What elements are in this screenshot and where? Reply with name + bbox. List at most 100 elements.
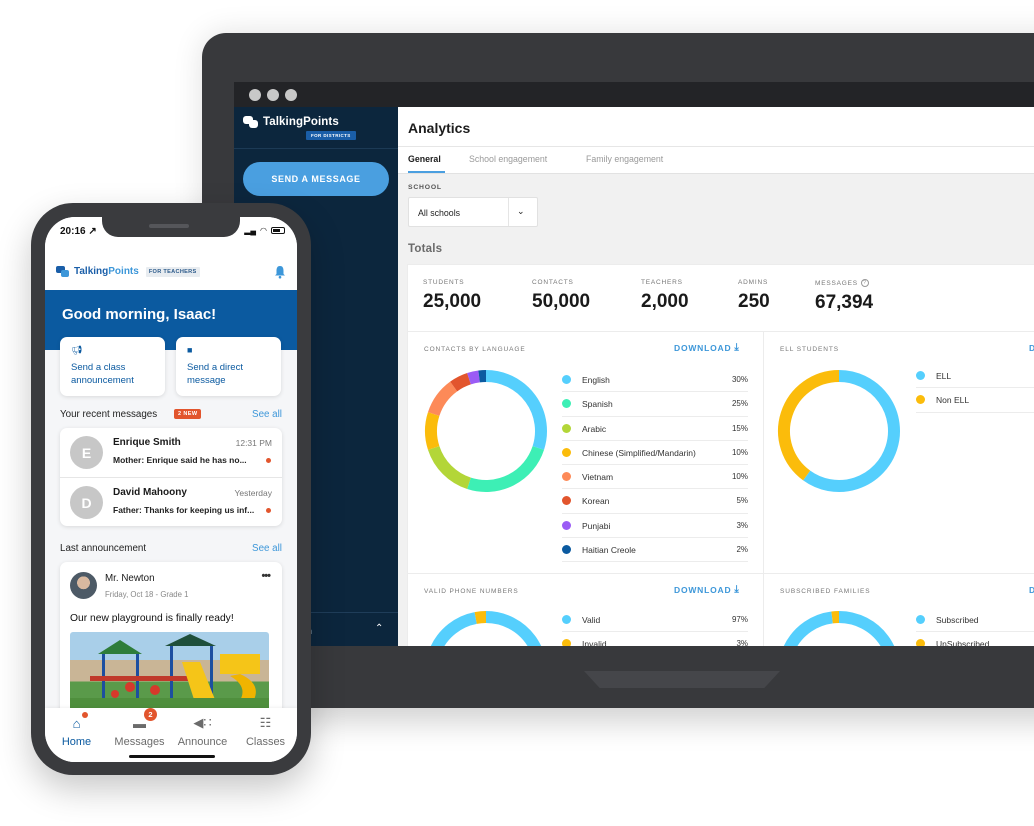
- panel-title: ELL STUDENTS: [780, 346, 839, 353]
- legend-label: Korean: [582, 496, 610, 507]
- tab-family-engagement[interactable]: Family engagement: [586, 154, 663, 164]
- last-announcement-header: Last announcement See all: [60, 543, 282, 557]
- contacts-by-language-legend: English 30% Spanish 25% Arabic 15% Chinese (Si…: [562, 368, 748, 563]
- more-options-icon[interactable]: •••: [261, 570, 271, 582]
- legend-color-dot: [916, 395, 925, 405]
- legend-color-dot: [562, 472, 571, 482]
- download-button[interactable]: DOWNLOAD⤓: [674, 584, 740, 596]
- donut-slice-korean[interactable]: [450, 372, 472, 392]
- new-messages-badge: 2 NEW: [174, 409, 202, 419]
- wifi-icon: ◠: [260, 226, 267, 235]
- download-button[interactable]: DOWNLOAD⤓: [1029, 585, 1034, 595]
- totals-card: STUDENTS 25,000 CONTACTS 50,000 TEACHERS…: [407, 264, 1034, 332]
- window-zoom-dot[interactable]: [285, 89, 297, 101]
- send-class-announcement-button[interactable]: 📢︎ Send a class announcement: [60, 337, 165, 396]
- download-button[interactable]: DOWNLOAD⤓: [674, 342, 740, 354]
- author-avatar: [70, 572, 97, 599]
- laptop-screen: TalkingPoints FOR DISTRICTS SEND A MESSA…: [234, 82, 1034, 646]
- contacts-by-language-donut: [425, 370, 547, 492]
- see-all-announcements-link[interactable]: See all: [252, 543, 282, 554]
- download-button[interactable]: DOWNLOAD⤓: [1029, 343, 1034, 353]
- legend-item: ELL: [916, 364, 1034, 389]
- bell-icon[interactable]: [274, 265, 286, 279]
- donut-slice-vietnam[interactable]: [427, 381, 458, 417]
- avatar: E: [70, 436, 103, 469]
- download-label: DOWNLOAD: [674, 585, 732, 595]
- ell-students-panel: ELL STUDENTS DOWNLOAD⤓ ELL Non ELL: [763, 331, 1034, 574]
- school-filter-label: SCHOOL: [408, 184, 442, 191]
- panel-title: SUBSCRIBED FAMILIES: [780, 588, 871, 595]
- announcement-text: Our new playground is finally ready!: [70, 613, 234, 624]
- download-icon: ⤓: [734, 584, 740, 595]
- bottom-tab-bar: ⌂ Home ▬ 2 Messages ◀∷ Announce ☷ Classes: [45, 708, 297, 762]
- legend-label: ELL: [936, 371, 952, 381]
- donut-slice-punjabi[interactable]: [467, 370, 480, 385]
- brand-logo: TalkingPoints FOR TEACHERS: [56, 266, 200, 277]
- donut-slice-invalid[interactable]: [474, 611, 487, 624]
- donut-slice-chinese-simplified-mandarin-[interactable]: [425, 412, 440, 450]
- legend-label: Punjabi: [582, 520, 611, 531]
- avatar: D: [70, 486, 103, 519]
- playground-illustration: [70, 634, 269, 712]
- tab-announce[interactable]: ◀∷ Announce: [171, 714, 234, 748]
- legend-label: Vietnam: [582, 472, 614, 483]
- legend-label: Subscribed: [936, 615, 979, 625]
- tab-classes[interactable]: ☷ Classes: [234, 714, 297, 748]
- stat-label-text: TEACHERS: [641, 279, 683, 286]
- download-icon: ⤓: [734, 342, 740, 353]
- messages-count-badge: 2: [144, 708, 157, 721]
- brand-logo[interactable]: TalkingPoints: [243, 116, 339, 128]
- unread-dot: [266, 458, 271, 463]
- message-time: 12:31 PM: [235, 438, 272, 448]
- legend-label: UnSubscribed: [936, 639, 990, 646]
- download-label: DOWNLOAD: [1029, 585, 1034, 595]
- chevron-down-icon[interactable]: ⌄: [517, 206, 525, 217]
- legend-item: Korean 5%: [562, 489, 748, 514]
- sidebar-divider: [234, 148, 398, 149]
- legend-value: 15%: [731, 423, 748, 433]
- playground-photo[interactable]: [70, 632, 269, 712]
- tab-label: Classes: [245, 736, 286, 748]
- donut-slice-ell[interactable]: [803, 370, 900, 492]
- message-row[interactable]: E Enrique Smith 12:31 PM Mother: Enrique…: [60, 428, 282, 477]
- home-indicator: [129, 755, 215, 758]
- window-minimize-dot[interactable]: [267, 89, 279, 101]
- tab-label: Announce: [177, 736, 228, 748]
- stat-label-text: CONTACTS: [532, 279, 574, 286]
- teachers-tag: FOR TEACHERS: [145, 266, 200, 277]
- donut-slice-spanish[interactable]: [467, 445, 545, 492]
- tab-school-engagement[interactable]: School engagement: [469, 154, 547, 164]
- legend-label: Chinese (Simplified/Mandarin): [582, 447, 696, 458]
- send-message-button[interactable]: SEND A MESSAGE: [243, 162, 389, 196]
- message-preview: Father: Thanks for keeping us inf...: [113, 505, 255, 515]
- tab-messages[interactable]: ▬ 2 Messages: [108, 708, 171, 748]
- window-close-dot[interactable]: [249, 89, 261, 101]
- school-select[interactable]: All schools ⌄: [408, 197, 538, 227]
- donut-slice-arabic[interactable]: [427, 445, 472, 490]
- donut-slice-non-ell[interactable]: [778, 370, 840, 481]
- see-all-messages-link[interactable]: See all: [252, 409, 282, 420]
- browser-bar: [234, 82, 1034, 107]
- subscribed-families-legend: Subscribed UnSubscribed: [916, 608, 1034, 646]
- chat-bubbles-logo-icon: [56, 266, 70, 277]
- send-direct-message-button[interactable]: ■ Send a direct message: [176, 337, 281, 396]
- ell-students-legend: ELL Non ELL: [916, 364, 1034, 413]
- chevron-up-icon[interactable]: ⌃: [375, 623, 383, 634]
- legend-value: 3%: [736, 639, 748, 646]
- battery-icon: [271, 227, 285, 234]
- legend-value: 10%: [731, 447, 748, 457]
- help-icon[interactable]: ?: [860, 279, 869, 287]
- legend-item: Arabic 15%: [562, 417, 748, 441]
- message-row[interactable]: D David Mahoony Yesterday Father: Thanks…: [60, 477, 282, 526]
- location-arrow-icon: ↗: [88, 226, 97, 237]
- tab-general[interactable]: General: [408, 154, 441, 164]
- stat-label-text: MESSAGES: [815, 279, 858, 287]
- greeting-text: Good morning, Isaac!: [62, 306, 217, 323]
- tab-home[interactable]: ⌂ Home: [45, 712, 108, 748]
- donut-slice-english[interactable]: [485, 370, 547, 450]
- legend-value: 3%: [736, 520, 748, 530]
- totals-heading: Totals: [408, 243, 443, 255]
- page-header: Analytics: [398, 107, 1034, 147]
- stat-value: 250: [738, 291, 770, 312]
- legend-value: 10%: [731, 472, 748, 482]
